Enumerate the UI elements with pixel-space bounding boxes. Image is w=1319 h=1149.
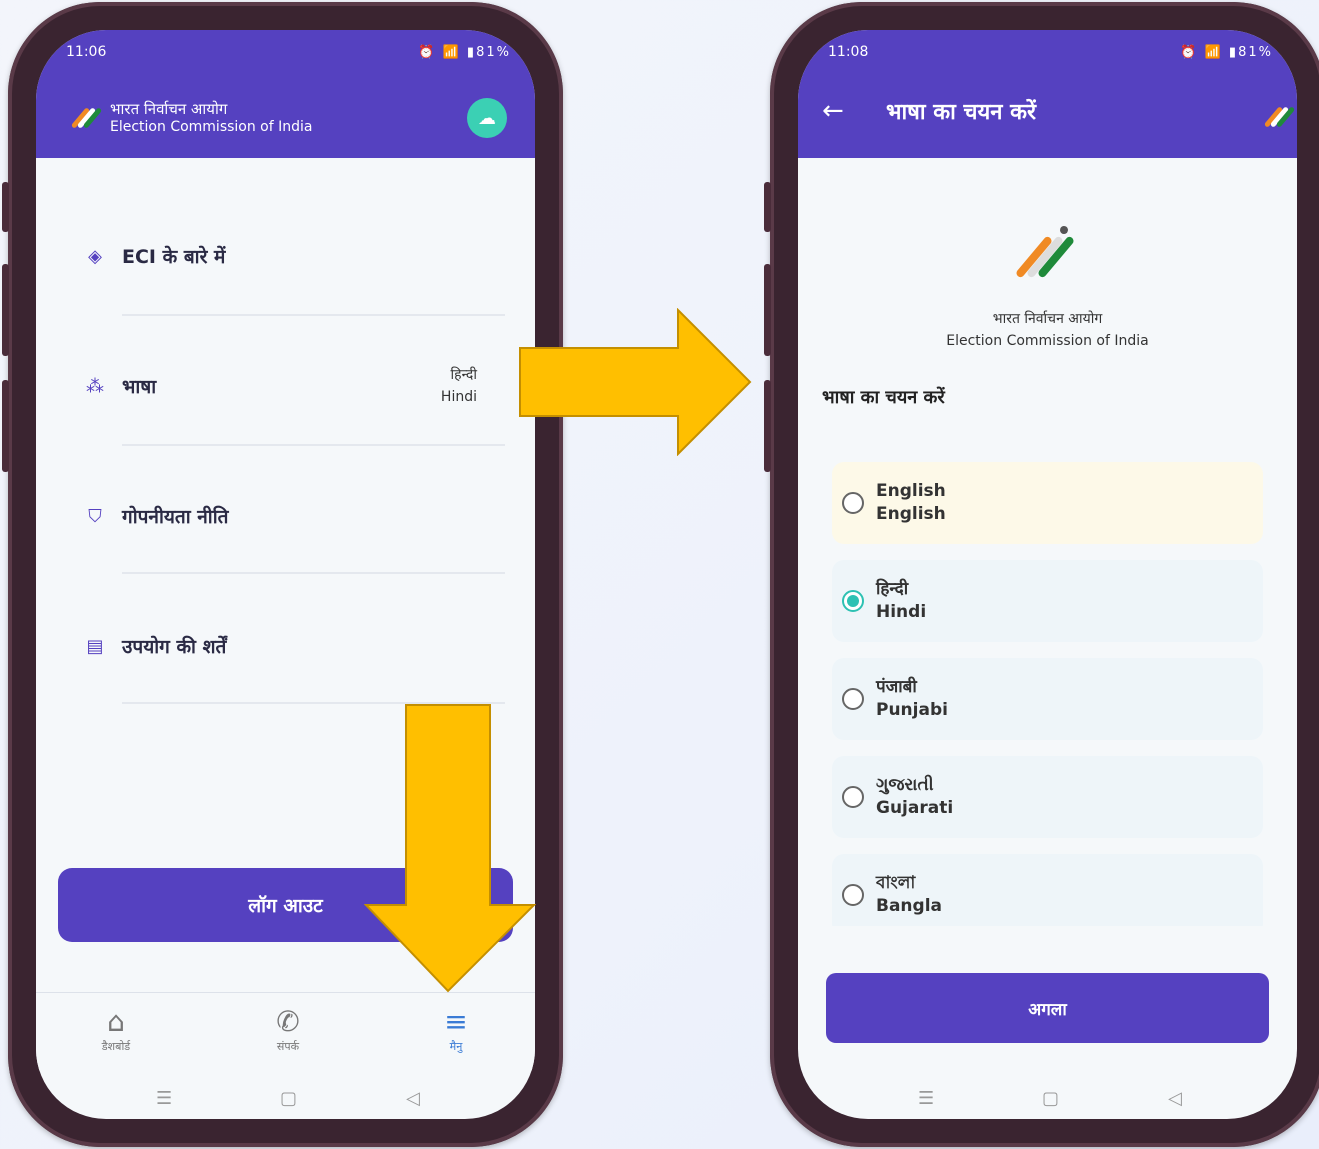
screen-language-select: 11:08 ⏰ 📶 ▮81% ← भाषा का चयन करें भारत न… <box>798 30 1297 1119</box>
language-value-english: Hindi <box>440 389 477 405</box>
logo-caption-english: Election Commission of India <box>946 333 1149 349</box>
eci-logo-icon <box>70 105 103 131</box>
home-icon: ⌂ <box>107 1005 125 1038</box>
system-nav: ☰ ▢ ◁ <box>36 1088 535 1118</box>
brand-hindi: भारत निर्वाचन आयोग <box>110 100 228 118</box>
recents-icon[interactable]: ☰ <box>156 1088 172 1109</box>
app-bar: 11:08 ⏰ 📶 ▮81% ← भाषा का चयन करें <box>798 30 1297 158</box>
menu-label: गोपनीयता नीति <box>122 506 229 528</box>
logo-caption: भारत निर्वाचन आयोग Election Commission o… <box>798 308 1297 352</box>
status-icons: ⏰ 📶 ▮81% <box>418 44 511 60</box>
phone-icon: ✆ <box>276 1005 300 1038</box>
status-bar: 11:08 ⏰ 📶 ▮81% <box>828 40 1273 64</box>
language-native: ગુજરાતી <box>876 775 934 795</box>
menu-label: उपयोग की शर्तें <box>122 636 227 658</box>
language-native: पंजाबी <box>876 677 917 697</box>
language-native: বাংলা <box>876 873 916 893</box>
language-english: Punjabi <box>876 700 948 720</box>
system-nav: ☰ ▢ ◁ <box>798 1088 1297 1118</box>
nav-label: मैनु <box>449 1040 463 1053</box>
language-list: English English हिन्दी Hindi पंजाबी Punj… <box>832 462 1263 926</box>
side-button <box>2 182 9 232</box>
side-button <box>2 264 9 356</box>
nav-tab-dashboard[interactable]: ⌂ डैशबोर्ड <box>76 1005 156 1054</box>
evm-icon: ◈ <box>88 245 102 267</box>
menu-item-privacy[interactable]: ⛉ गोपनीयता नीति <box>82 496 505 536</box>
radio-button[interactable] <box>842 688 864 710</box>
back-icon[interactable]: ◁ <box>406 1088 420 1109</box>
language-option-english[interactable]: English English <box>832 462 1263 544</box>
menu-label: भाषा <box>122 376 157 398</box>
side-button <box>764 182 771 232</box>
language-native: हिन्दी <box>876 579 909 599</box>
eci-logo-icon <box>1263 104 1296 130</box>
eci-logo-icon <box>1014 224 1075 288</box>
bottom-nav: ⌂ डैशबोर्ड ✆ संपर्क ≡ मैनु <box>36 992 535 1071</box>
side-button <box>764 264 771 356</box>
nav-label: संपर्क <box>276 1040 300 1053</box>
title-row: ← भाषा का चयन करें <box>822 96 1036 126</box>
back-arrow-icon[interactable]: ← <box>822 96 862 126</box>
language-option-punjabi[interactable]: पंजाबी Punjabi <box>832 658 1263 740</box>
menu-label: ECI के बारे में <box>122 246 226 268</box>
nav-tab-contact[interactable]: ✆ संपर्क <box>248 1005 328 1054</box>
status-bar: 11:06 ⏰ 📶 ▮81% <box>66 40 511 64</box>
shield-icon: ⛉ <box>88 505 102 527</box>
menu-item-terms[interactable]: ▤ उपयोग की शर्तें <box>82 626 505 666</box>
logo-caption-hindi: भारत निर्वाचन आयोग <box>992 311 1103 327</box>
current-language: हिन्दी Hindi <box>441 364 477 408</box>
divider <box>122 572 505 574</box>
next-button[interactable]: अगला <box>826 973 1269 1043</box>
back-icon[interactable]: ◁ <box>1168 1088 1182 1109</box>
brand: भारत निर्वाचन आयोग Election Commission o… <box>70 100 313 136</box>
language-option-bangla[interactable]: বাংলা Bangla <box>832 854 1263 926</box>
recents-icon[interactable]: ☰ <box>918 1088 934 1109</box>
side-button <box>764 380 771 472</box>
language-english: Bangla <box>876 896 942 916</box>
down-arrow-annotation <box>364 704 536 993</box>
radio-button[interactable] <box>842 884 864 906</box>
menu-item-about[interactable]: ◈ ECI के बारे में <box>82 236 505 276</box>
status-icons: ⏰ 📶 ▮81% <box>1180 44 1273 60</box>
battery-level: 81% <box>476 44 511 60</box>
side-button <box>2 380 9 472</box>
language-value-hindi: हिन्दी <box>450 367 477 383</box>
divider <box>122 444 505 446</box>
language-native: English <box>876 481 946 501</box>
battery-level: 81% <box>1238 44 1273 60</box>
language-english: Hindi <box>876 602 927 622</box>
radio-button[interactable] <box>842 786 864 808</box>
language-option-gujarati[interactable]: ગુજરાતી Gujarati <box>832 756 1263 838</box>
cloud-icon[interactable]: ☁ <box>467 98 507 138</box>
status-time: 11:08 <box>828 44 869 60</box>
document-icon: ▤ <box>86 635 104 657</box>
radio-button[interactable] <box>842 492 864 514</box>
status-time: 11:06 <box>66 44 107 60</box>
right-arrow-annotation <box>519 308 752 456</box>
home-button-icon[interactable]: ▢ <box>280 1088 297 1109</box>
home-button-icon[interactable]: ▢ <box>1042 1088 1059 1109</box>
divider <box>122 314 505 316</box>
radio-button-selected[interactable] <box>842 590 864 612</box>
nav-label: डैशबोर्ड <box>101 1040 131 1053</box>
menu-item-language[interactable]: ⁂ भाषा हिन्दी Hindi <box>82 366 505 406</box>
app-bar: 11:06 ⏰ 📶 ▮81% भारत निर्वाचन आयोग Electi… <box>36 30 535 158</box>
language-english: Gujarati <box>876 798 954 818</box>
section-title: भाषा का चयन करें <box>822 387 945 408</box>
phone-frame-right: 11:08 ⏰ 📶 ▮81% ← भाषा का चयन करें भारत न… <box>764 2 1319 1147</box>
language-english: English <box>876 504 946 524</box>
brand-english: Election Commission of India <box>110 119 313 135</box>
language-icon: ⁂ <box>86 375 104 397</box>
screen-title: भाषा का चयन करें <box>886 100 1036 125</box>
language-option-hindi[interactable]: हिन्दी Hindi <box>832 560 1263 642</box>
nav-tab-menu[interactable]: ≡ मैनु <box>416 1005 496 1054</box>
menu-icon: ≡ <box>444 1005 468 1038</box>
